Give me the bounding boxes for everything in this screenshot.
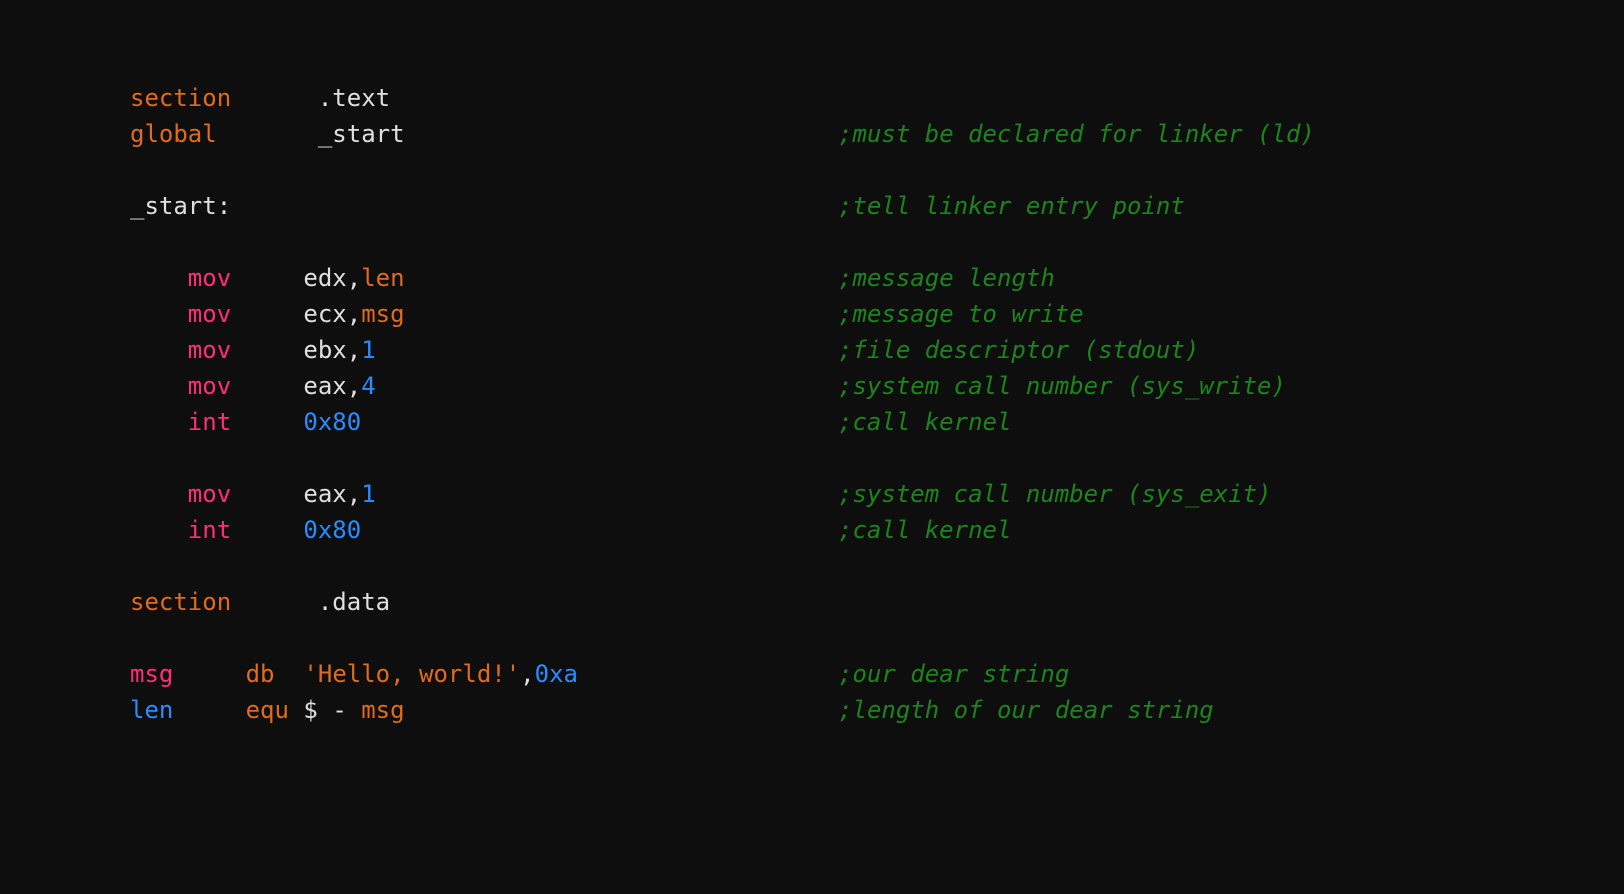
assembly-code-block: section .text global _start ;must be dec…: [0, 0, 1624, 728]
expr-dollar: $: [303, 696, 317, 724]
instr-mov: mov: [188, 300, 231, 328]
label-start: _start:: [130, 192, 231, 220]
comment-line: ;system call number (sys_exit): [838, 480, 1271, 508]
comment-line: ;tell linker entry point: [838, 192, 1185, 220]
instr-mov: mov: [188, 480, 231, 508]
keyword-section: section: [130, 588, 231, 616]
operand-num: 1: [361, 480, 375, 508]
comment-line: ;call kernel: [838, 408, 1011, 436]
expr-msg: msg: [361, 696, 404, 724]
instr-int: int: [188, 516, 231, 544]
keyword-equ: equ: [246, 696, 289, 724]
comment-line: ;message to write: [838, 300, 1084, 328]
comment-line: ;file descriptor (stdout): [838, 336, 1199, 364]
expr-dash: -: [318, 696, 361, 724]
keyword-global: global: [130, 120, 217, 148]
operand-reg: eax,: [303, 372, 361, 400]
arg-text: .text: [318, 84, 390, 112]
keyword-section: section: [130, 84, 231, 112]
comment-line: ;call kernel: [838, 516, 1011, 544]
operand-reg: eax,: [303, 480, 361, 508]
comment-line: ;our dear string: [838, 660, 1069, 688]
operand-ident: len: [361, 264, 404, 292]
instr-int: int: [188, 408, 231, 436]
operand-num: 1: [361, 336, 375, 364]
operand-num: 0x80: [303, 516, 361, 544]
comment-line: ;length of our dear string: [838, 696, 1214, 724]
operand-ident: msg: [361, 300, 404, 328]
instr-mov: mov: [188, 264, 231, 292]
operand-num: 0x80: [303, 408, 361, 436]
arg-data: .data: [318, 588, 390, 616]
label-len: len: [130, 696, 173, 724]
instr-mov: mov: [188, 336, 231, 364]
keyword-db: db: [246, 660, 275, 688]
operand-reg: edx,: [303, 264, 361, 292]
operand-num: 4: [361, 372, 375, 400]
comment-line: ;must be declared for linker (ld): [838, 120, 1315, 148]
comment-line: ;system call number (sys_write): [838, 372, 1286, 400]
string-literal: 'Hello, world!': [303, 660, 520, 688]
label-msg: msg: [130, 660, 173, 688]
arg-start: _start: [318, 120, 405, 148]
comma: ,: [520, 660, 534, 688]
operand-reg: ebx,: [303, 336, 361, 364]
num-literal: 0xa: [535, 660, 578, 688]
operand-reg: ecx,: [303, 300, 361, 328]
comment-line: ;message length: [838, 264, 1055, 292]
instr-mov: mov: [188, 372, 231, 400]
